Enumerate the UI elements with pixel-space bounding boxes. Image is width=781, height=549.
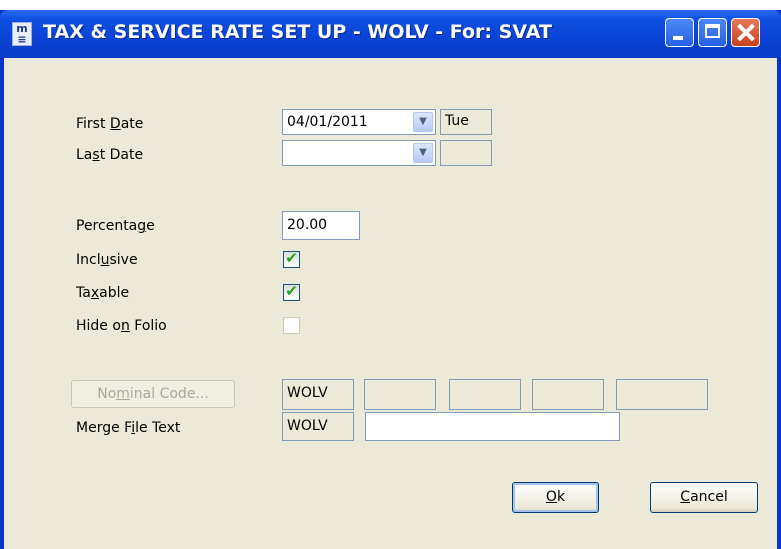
last-date-combo[interactable]: ▼ [282, 140, 436, 166]
window-title: TAX & SERVICE RATE SET UP - WOLV - For: … [43, 21, 552, 43]
nominal-code-part-2 [449, 379, 521, 410]
chevron-down-icon[interactable]: ▼ [413, 143, 433, 163]
taxable-label: Taxable [76, 285, 130, 301]
last-date-label: Last Date [76, 147, 144, 163]
close-button[interactable] [731, 18, 760, 47]
ok-button[interactable]: Ok [512, 482, 599, 513]
checkmark-icon: ✔ [285, 249, 298, 267]
last-date-day [440, 140, 492, 166]
cancel-button[interactable]: Cancel [650, 482, 758, 513]
first-date-day: Tue [440, 109, 492, 135]
merge-file-code: WOLV [282, 412, 354, 441]
percentage-label: Percentage [76, 218, 155, 234]
chevron-down-icon[interactable]: ▼ [413, 112, 433, 132]
first-date-combo[interactable]: 04/01/2011 ▼ [282, 109, 436, 135]
first-date-label: First Date [76, 116, 144, 132]
maximize-button[interactable] [698, 18, 727, 47]
taxable-checkbox[interactable]: ✔ [283, 282, 300, 301]
hide-on-folio-label: Hide on Folio [76, 318, 167, 334]
nominal-code-button[interactable]: Nominal Code... [71, 380, 235, 408]
minimize-icon [673, 36, 683, 40]
dialog-client-area: First Date 04/01/2011 ▼ Tue Last Date ▼ … [4, 58, 777, 549]
dialog-window: m ≡ TAX & SERVICE RATE SET UP - WOLV - Fo… [0, 10, 781, 549]
inclusive-checkbox[interactable]: ✔ [283, 249, 300, 268]
merge-file-text-input[interactable] [365, 412, 620, 441]
hide-on-folio-checkbox[interactable] [283, 317, 300, 334]
merge-file-text-label: Merge File Text [76, 420, 181, 436]
maximize-icon [705, 24, 720, 38]
nominal-code-prefix: WOLV [282, 379, 354, 410]
minimize-button[interactable] [665, 18, 694, 47]
nominal-code-part-1 [364, 379, 436, 410]
title-bar[interactable]: m ≡ TAX & SERVICE RATE SET UP - WOLV - Fo… [0, 10, 781, 58]
nominal-code-part-4 [616, 379, 708, 410]
app-icon[interactable]: m ≡ [12, 22, 32, 46]
percentage-input[interactable]: 20.00 [282, 211, 360, 240]
first-date-value: 04/01/2011 [287, 114, 368, 130]
checkmark-icon: ✔ [285, 282, 298, 300]
inclusive-label: Inclusive [76, 252, 138, 268]
nominal-code-part-3 [532, 379, 604, 410]
